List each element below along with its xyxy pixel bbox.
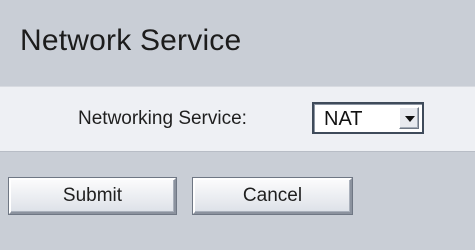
dropdown-button[interactable] bbox=[399, 107, 419, 129]
chevron-down-icon bbox=[405, 116, 415, 122]
networking-service-settings-panel: Networking Service: NAT bbox=[0, 86, 475, 152]
network-service-page: Network Service Networking Service: NAT … bbox=[0, 0, 475, 250]
cancel-button[interactable]: Cancel bbox=[193, 178, 352, 214]
page-title: Network Service bbox=[20, 24, 242, 57]
networking-service-label: Networking Service: bbox=[78, 108, 247, 129]
networking-service-select[interactable]: NAT bbox=[312, 102, 424, 134]
submit-button[interactable]: Submit bbox=[9, 178, 176, 214]
networking-service-value: NAT bbox=[324, 108, 363, 130]
